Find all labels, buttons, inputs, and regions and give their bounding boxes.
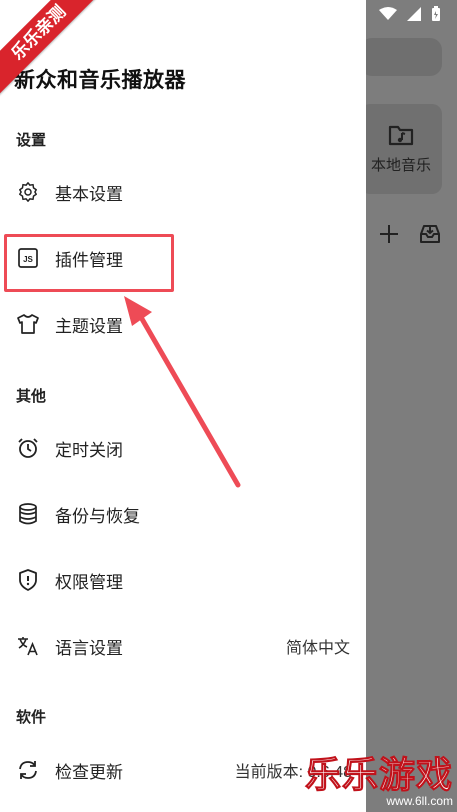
menu-item-language-settings[interactable]: 语言设置 简体中文 (0, 618, 366, 674)
menu-item-label: 检查更新 (55, 762, 123, 782)
menu-item-basic-settings[interactable]: 基本设置 (0, 164, 366, 220)
add-icon[interactable] (378, 223, 400, 245)
database-icon (16, 502, 40, 526)
section-others: 其他 (16, 388, 47, 405)
menu-item-label: 基本设置 (55, 184, 123, 204)
menu-item-permission-management[interactable]: 权限管理 (0, 552, 366, 608)
inbox-download-icon[interactable] (418, 222, 442, 246)
gear-icon (16, 180, 40, 204)
battery-icon (432, 6, 440, 21)
section-settings: 设置 (16, 132, 47, 149)
highlight-box (4, 234, 174, 292)
corner-watermark: 乐乐游戏 www.6ll.com (304, 754, 453, 808)
alarm-clock-icon (16, 436, 40, 460)
shield-icon (16, 568, 40, 592)
shirt-icon (16, 312, 40, 336)
music-folder-icon (388, 125, 414, 145)
status-bar-icons (379, 6, 441, 22)
section-software: 软件 (16, 709, 47, 726)
menu-item-label: 语言设置 (55, 638, 123, 658)
menu-item-label: 定时关闭 (55, 440, 123, 460)
refresh-icon (16, 758, 40, 782)
search-bar[interactable] (360, 38, 442, 76)
wifi-icon (379, 7, 397, 20)
watermark-site: www.6ll.com (386, 794, 453, 808)
local-music-card[interactable]: 本地音乐 (360, 104, 442, 194)
translate-icon (16, 634, 40, 658)
menu-item-sleep-timer[interactable]: 定时关闭 (0, 420, 366, 476)
navigation-drawer: 新众和音乐播放器 设置 基本设置 JS 插件管理 主题设置 其他 定时关闭 备份… (0, 0, 366, 812)
menu-item-backup-restore[interactable]: 备份与恢复 (0, 486, 366, 542)
local-music-label: 本地音乐 (370, 156, 431, 174)
background-actions (378, 222, 442, 246)
language-value: 简体中文 (285, 640, 350, 657)
drawer-title: 新众和音乐播放器 (14, 69, 186, 92)
watermark-brand: 乐乐游戏 (304, 754, 453, 795)
menu-item-theme-settings[interactable]: 主题设置 (0, 296, 366, 352)
menu-item-label: 备份与恢复 (55, 506, 140, 526)
menu-item-label: 主题设置 (55, 316, 123, 336)
menu-item-label: 权限管理 (55, 572, 123, 592)
signal-icon (407, 7, 421, 21)
